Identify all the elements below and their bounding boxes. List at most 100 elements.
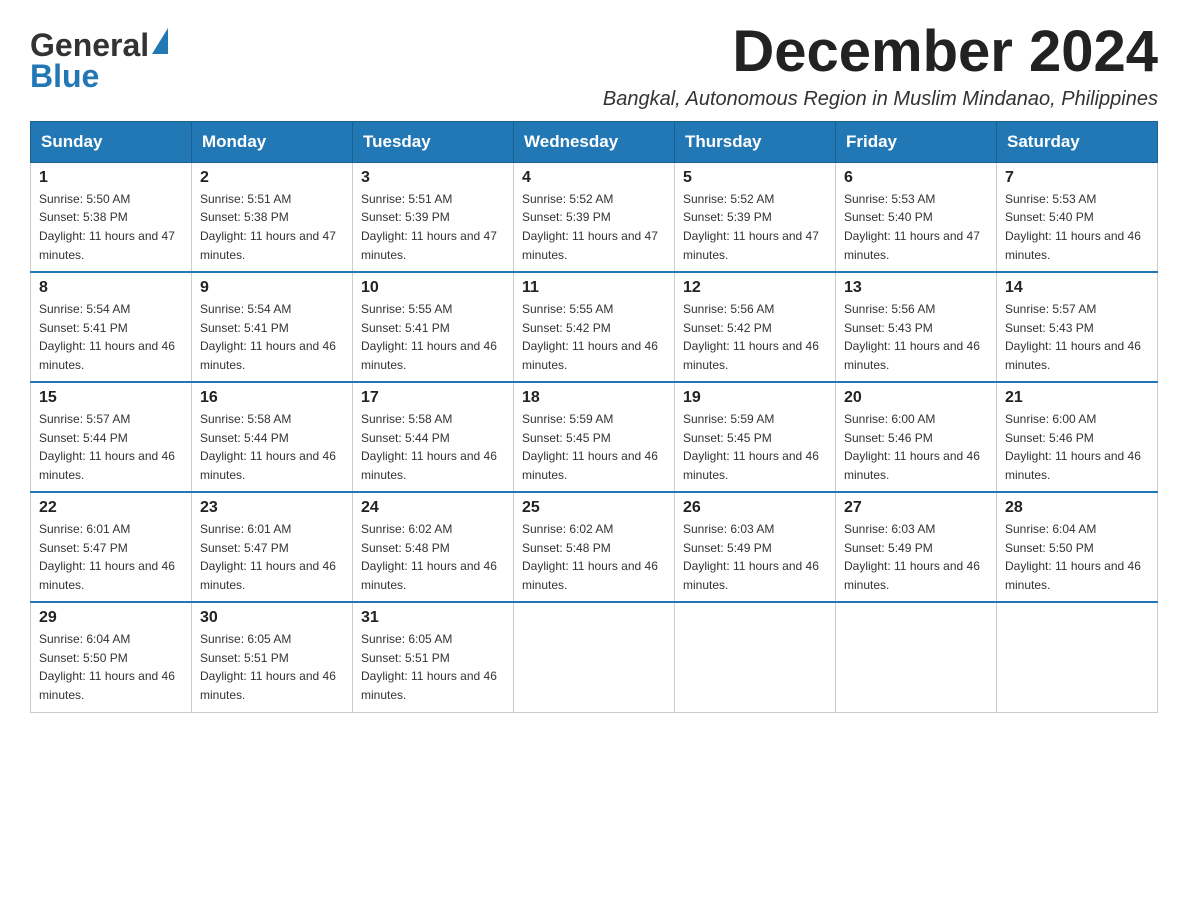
table-row: 26 Sunrise: 6:03 AMSunset: 5:49 PMDaylig… (675, 492, 836, 602)
day-number: 11 (522, 279, 666, 297)
header-saturday: Saturday (997, 121, 1158, 162)
day-info: Sunrise: 5:57 AMSunset: 5:43 PMDaylight:… (1005, 302, 1141, 372)
day-number: 12 (683, 279, 827, 297)
day-info: Sunrise: 5:51 AMSunset: 5:39 PMDaylight:… (361, 192, 497, 262)
table-row: 2 Sunrise: 5:51 AMSunset: 5:38 PMDayligh… (192, 162, 353, 272)
header-sunday: Sunday (31, 121, 192, 162)
table-row: 10 Sunrise: 5:55 AMSunset: 5:41 PMDaylig… (353, 272, 514, 382)
day-info: Sunrise: 6:04 AMSunset: 5:50 PMDaylight:… (1005, 522, 1141, 592)
day-number: 4 (522, 169, 666, 187)
table-row: 8 Sunrise: 5:54 AMSunset: 5:41 PMDayligh… (31, 272, 192, 382)
day-number: 20 (844, 389, 988, 407)
table-row: 24 Sunrise: 6:02 AMSunset: 5:48 PMDaylig… (353, 492, 514, 602)
table-row (836, 602, 997, 712)
month-title: December 2024 (603, 20, 1158, 84)
day-number: 5 (683, 169, 827, 187)
calendar-week-row: 1 Sunrise: 5:50 AMSunset: 5:38 PMDayligh… (31, 162, 1158, 272)
day-number: 23 (200, 499, 344, 517)
day-number: 16 (200, 389, 344, 407)
day-info: Sunrise: 5:53 AMSunset: 5:40 PMDaylight:… (1005, 192, 1141, 262)
calendar-week-row: 29 Sunrise: 6:04 AMSunset: 5:50 PMDaylig… (31, 602, 1158, 712)
logo-blue: Blue (30, 59, 99, 94)
table-row: 13 Sunrise: 5:56 AMSunset: 5:43 PMDaylig… (836, 272, 997, 382)
day-number: 19 (683, 389, 827, 407)
day-info: Sunrise: 5:54 AMSunset: 5:41 PMDaylight:… (200, 302, 336, 372)
day-info: Sunrise: 5:53 AMSunset: 5:40 PMDaylight:… (844, 192, 980, 262)
day-number: 6 (844, 169, 988, 187)
table-row: 7 Sunrise: 5:53 AMSunset: 5:40 PMDayligh… (997, 162, 1158, 272)
day-number: 22 (39, 499, 183, 517)
day-info: Sunrise: 5:55 AMSunset: 5:42 PMDaylight:… (522, 302, 658, 372)
table-row: 20 Sunrise: 6:00 AMSunset: 5:46 PMDaylig… (836, 382, 997, 492)
day-number: 2 (200, 169, 344, 187)
day-number: 30 (200, 609, 344, 627)
day-number: 17 (361, 389, 505, 407)
subtitle: Bangkal, Autonomous Region in Muslim Min… (603, 88, 1158, 111)
table-row: 4 Sunrise: 5:52 AMSunset: 5:39 PMDayligh… (514, 162, 675, 272)
header-thursday: Thursday (675, 121, 836, 162)
table-row: 19 Sunrise: 5:59 AMSunset: 5:45 PMDaylig… (675, 382, 836, 492)
day-info: Sunrise: 6:01 AMSunset: 5:47 PMDaylight:… (200, 522, 336, 592)
table-row: 27 Sunrise: 6:03 AMSunset: 5:49 PMDaylig… (836, 492, 997, 602)
day-number: 26 (683, 499, 827, 517)
table-row: 28 Sunrise: 6:04 AMSunset: 5:50 PMDaylig… (997, 492, 1158, 602)
day-info: Sunrise: 6:04 AMSunset: 5:50 PMDaylight:… (39, 632, 175, 702)
day-info: Sunrise: 5:56 AMSunset: 5:42 PMDaylight:… (683, 302, 819, 372)
day-number: 31 (361, 609, 505, 627)
table-row: 18 Sunrise: 5:59 AMSunset: 5:45 PMDaylig… (514, 382, 675, 492)
table-row (997, 602, 1158, 712)
day-info: Sunrise: 6:00 AMSunset: 5:46 PMDaylight:… (1005, 412, 1141, 482)
day-number: 28 (1005, 499, 1149, 517)
day-info: Sunrise: 6:05 AMSunset: 5:51 PMDaylight:… (200, 632, 336, 702)
day-number: 25 (522, 499, 666, 517)
table-row: 9 Sunrise: 5:54 AMSunset: 5:41 PMDayligh… (192, 272, 353, 382)
day-info: Sunrise: 5:50 AMSunset: 5:38 PMDaylight:… (39, 192, 175, 262)
table-row: 1 Sunrise: 5:50 AMSunset: 5:38 PMDayligh… (31, 162, 192, 272)
day-info: Sunrise: 5:55 AMSunset: 5:41 PMDaylight:… (361, 302, 497, 372)
calendar-week-row: 8 Sunrise: 5:54 AMSunset: 5:41 PMDayligh… (31, 272, 1158, 382)
table-row: 15 Sunrise: 5:57 AMSunset: 5:44 PMDaylig… (31, 382, 192, 492)
calendar-week-row: 15 Sunrise: 5:57 AMSunset: 5:44 PMDaylig… (31, 382, 1158, 492)
day-number: 15 (39, 389, 183, 407)
table-row: 11 Sunrise: 5:55 AMSunset: 5:42 PMDaylig… (514, 272, 675, 382)
table-row: 23 Sunrise: 6:01 AMSunset: 5:47 PMDaylig… (192, 492, 353, 602)
logo-arrow-icon (152, 28, 168, 54)
table-row (675, 602, 836, 712)
table-row: 17 Sunrise: 5:58 AMSunset: 5:44 PMDaylig… (353, 382, 514, 492)
day-number: 13 (844, 279, 988, 297)
table-row: 22 Sunrise: 6:01 AMSunset: 5:47 PMDaylig… (31, 492, 192, 602)
day-info: Sunrise: 5:59 AMSunset: 5:45 PMDaylight:… (522, 412, 658, 482)
day-number: 1 (39, 169, 183, 187)
calendar-header-row: Sunday Monday Tuesday Wednesday Thursday… (31, 121, 1158, 162)
day-info: Sunrise: 5:58 AMSunset: 5:44 PMDaylight:… (200, 412, 336, 482)
day-info: Sunrise: 5:57 AMSunset: 5:44 PMDaylight:… (39, 412, 175, 482)
day-info: Sunrise: 5:54 AMSunset: 5:41 PMDaylight:… (39, 302, 175, 372)
header-tuesday: Tuesday (353, 121, 514, 162)
day-info: Sunrise: 6:02 AMSunset: 5:48 PMDaylight:… (361, 522, 497, 592)
table-row: 16 Sunrise: 5:58 AMSunset: 5:44 PMDaylig… (192, 382, 353, 492)
table-row: 3 Sunrise: 5:51 AMSunset: 5:39 PMDayligh… (353, 162, 514, 272)
table-row: 5 Sunrise: 5:52 AMSunset: 5:39 PMDayligh… (675, 162, 836, 272)
table-row: 21 Sunrise: 6:00 AMSunset: 5:46 PMDaylig… (997, 382, 1158, 492)
day-number: 8 (39, 279, 183, 297)
day-info: Sunrise: 5:59 AMSunset: 5:45 PMDaylight:… (683, 412, 819, 482)
header-wednesday: Wednesday (514, 121, 675, 162)
logo: General Blue (30, 28, 168, 94)
page-header: General Blue December 2024 Bangkal, Auto… (30, 20, 1158, 111)
table-row (514, 602, 675, 712)
day-info: Sunrise: 5:52 AMSunset: 5:39 PMDaylight:… (683, 192, 819, 262)
day-info: Sunrise: 5:51 AMSunset: 5:38 PMDaylight:… (200, 192, 336, 262)
day-number: 29 (39, 609, 183, 627)
day-info: Sunrise: 6:05 AMSunset: 5:51 PMDaylight:… (361, 632, 497, 702)
day-number: 18 (522, 389, 666, 407)
day-number: 24 (361, 499, 505, 517)
table-row: 6 Sunrise: 5:53 AMSunset: 5:40 PMDayligh… (836, 162, 997, 272)
table-row: 30 Sunrise: 6:05 AMSunset: 5:51 PMDaylig… (192, 602, 353, 712)
table-row: 29 Sunrise: 6:04 AMSunset: 5:50 PMDaylig… (31, 602, 192, 712)
calendar-table: Sunday Monday Tuesday Wednesday Thursday… (30, 121, 1158, 713)
day-number: 3 (361, 169, 505, 187)
day-number: 7 (1005, 169, 1149, 187)
day-info: Sunrise: 5:58 AMSunset: 5:44 PMDaylight:… (361, 412, 497, 482)
day-info: Sunrise: 5:56 AMSunset: 5:43 PMDaylight:… (844, 302, 980, 372)
header-friday: Friday (836, 121, 997, 162)
